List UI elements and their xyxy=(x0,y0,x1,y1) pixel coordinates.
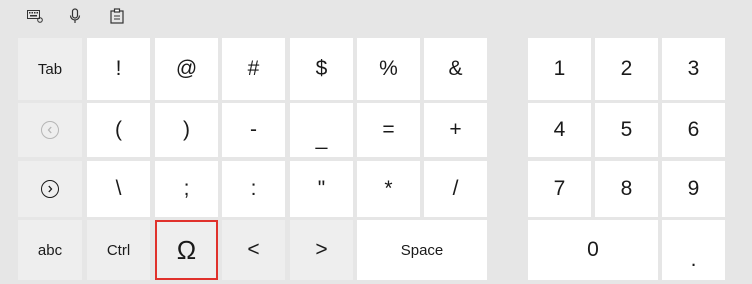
underscore-label: _ xyxy=(315,127,328,150)
at-key[interactable]: @ xyxy=(155,38,218,100)
abc-key[interactable]: abc xyxy=(18,220,82,280)
semicolon-key[interactable]: ; xyxy=(155,161,218,217)
period-key[interactable]: . xyxy=(662,220,725,280)
chevron-right-circle-icon xyxy=(41,180,59,198)
right-paren-key[interactable]: ) xyxy=(155,103,218,157)
digit-5-key[interactable]: 5 xyxy=(595,103,658,157)
quote-key[interactable]: " xyxy=(290,161,353,217)
digit-2-key[interactable]: 2 xyxy=(595,38,658,100)
digit-6-key[interactable]: 6 xyxy=(662,103,725,157)
percent-key[interactable]: % xyxy=(357,38,420,100)
cursor-left-key[interactable]: < xyxy=(222,220,285,280)
digit-4-key[interactable]: 4 xyxy=(528,103,591,157)
backslash-key[interactable]: \ xyxy=(87,161,150,217)
left-paren-key[interactable]: ( xyxy=(87,103,150,157)
digit-1-key[interactable]: 1 xyxy=(528,38,591,100)
chevron-left-circle-icon xyxy=(41,121,59,139)
digit-0-key[interactable]: 0 xyxy=(528,220,658,280)
exclamation-key[interactable]: ! xyxy=(87,38,150,100)
digit-8-key[interactable]: 8 xyxy=(595,161,658,217)
dollar-key[interactable]: $ xyxy=(290,38,353,100)
asterisk-key[interactable]: * xyxy=(357,161,420,217)
digit-3-key[interactable]: 3 xyxy=(662,38,725,100)
page-back-key[interactable] xyxy=(18,103,82,157)
period-label: . xyxy=(690,248,697,271)
colon-key[interactable]: : xyxy=(222,161,285,217)
slash-key[interactable]: / xyxy=(424,161,487,217)
digit-7-key[interactable]: 7 xyxy=(528,161,591,217)
microphone-icon[interactable] xyxy=(64,5,86,27)
plus-key[interactable]: + xyxy=(424,103,487,157)
minus-key[interactable]: - xyxy=(222,103,285,157)
digit-9-key[interactable]: 9 xyxy=(662,161,725,217)
hash-key[interactable]: # xyxy=(222,38,285,100)
keyboard-settings-icon[interactable] xyxy=(24,5,46,27)
ampersand-key[interactable]: & xyxy=(424,38,487,100)
ctrl-key[interactable]: Ctrl xyxy=(87,220,150,280)
omega-key[interactable]: Ω xyxy=(155,220,218,280)
page-forward-key[interactable] xyxy=(18,161,82,217)
clipboard-icon[interactable] xyxy=(106,5,128,27)
cursor-right-key[interactable]: > xyxy=(290,220,353,280)
space-key[interactable]: Space xyxy=(357,220,487,280)
tab-key[interactable]: Tab xyxy=(18,38,82,100)
keyboard-toolbar xyxy=(0,0,752,36)
underscore-key[interactable]: _ xyxy=(290,103,353,157)
equals-key[interactable]: = xyxy=(357,103,420,157)
